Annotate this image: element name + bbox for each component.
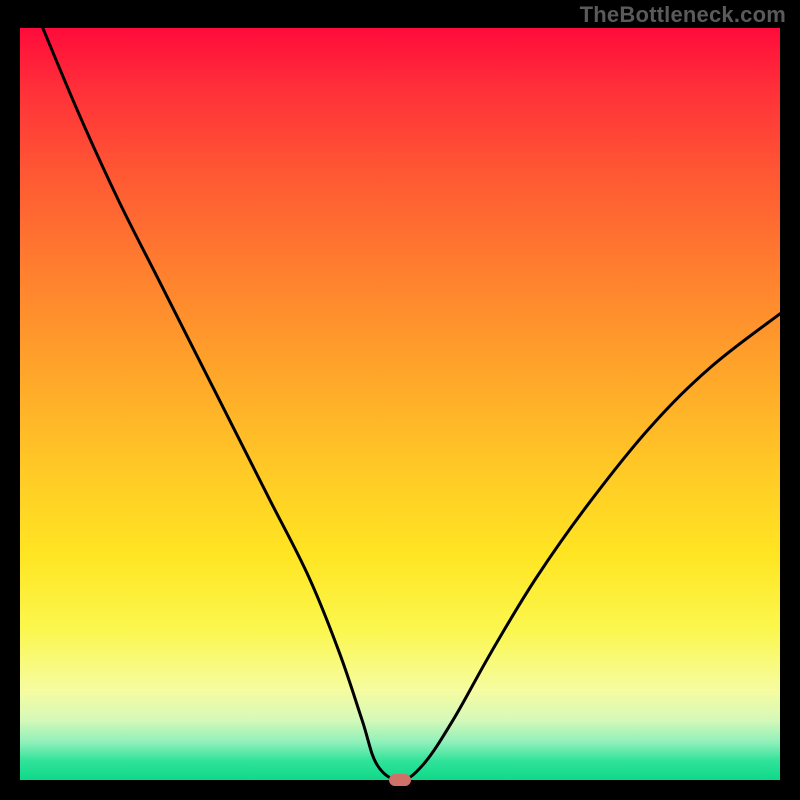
chart-frame: TheBottleneck.com	[0, 0, 800, 800]
curve-path	[43, 28, 780, 780]
minimum-marker	[389, 774, 411, 786]
watermark-text: TheBottleneck.com	[580, 2, 786, 28]
plot-area	[20, 28, 780, 780]
bottleneck-curve	[20, 28, 780, 780]
